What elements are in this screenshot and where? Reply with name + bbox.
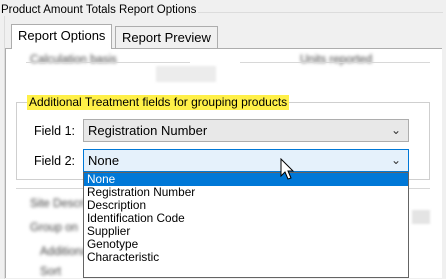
- obscured-row4: Sort: [40, 266, 62, 278]
- tab-report-preview[interactable]: Report Preview: [115, 26, 218, 48]
- dropdown-option[interactable]: Identification Code: [84, 212, 408, 225]
- mouse-pointer-icon: [280, 158, 295, 180]
- field2-label: Field 2:: [34, 154, 75, 168]
- chevron-down-icon: ⌄: [390, 123, 401, 137]
- obscured-row2: Group on: [30, 222, 78, 234]
- calculation-basis-divider: [26, 62, 190, 63]
- options-group-title: Product Amount Totals Report Options: [0, 4, 199, 16]
- grouping-fields-title: Additional Treatment fields for grouping…: [27, 95, 290, 110]
- field2-value: None: [88, 153, 120, 168]
- field2-dropdown-list[interactable]: None Registration Number Description Ide…: [83, 172, 409, 278]
- dropdown-option[interactable]: Characteristic: [84, 251, 408, 264]
- field1-combobox[interactable]: Registration Number ⌄: [83, 119, 409, 142]
- obscured-button: [156, 66, 216, 82]
- tab-report-options[interactable]: Report Options: [11, 24, 113, 49]
- field1-value: Registration Number: [88, 123, 208, 138]
- field1-label: Field 1:: [34, 124, 75, 138]
- units-reported-label: Units reported: [300, 54, 373, 66]
- calculation-basis-label: Calculation basis: [30, 54, 117, 66]
- obscured-control: [412, 210, 430, 224]
- field2-combobox[interactable]: None ⌄: [83, 149, 409, 172]
- chevron-down-icon: ⌄: [390, 153, 401, 167]
- units-reported-divider: [240, 62, 430, 63]
